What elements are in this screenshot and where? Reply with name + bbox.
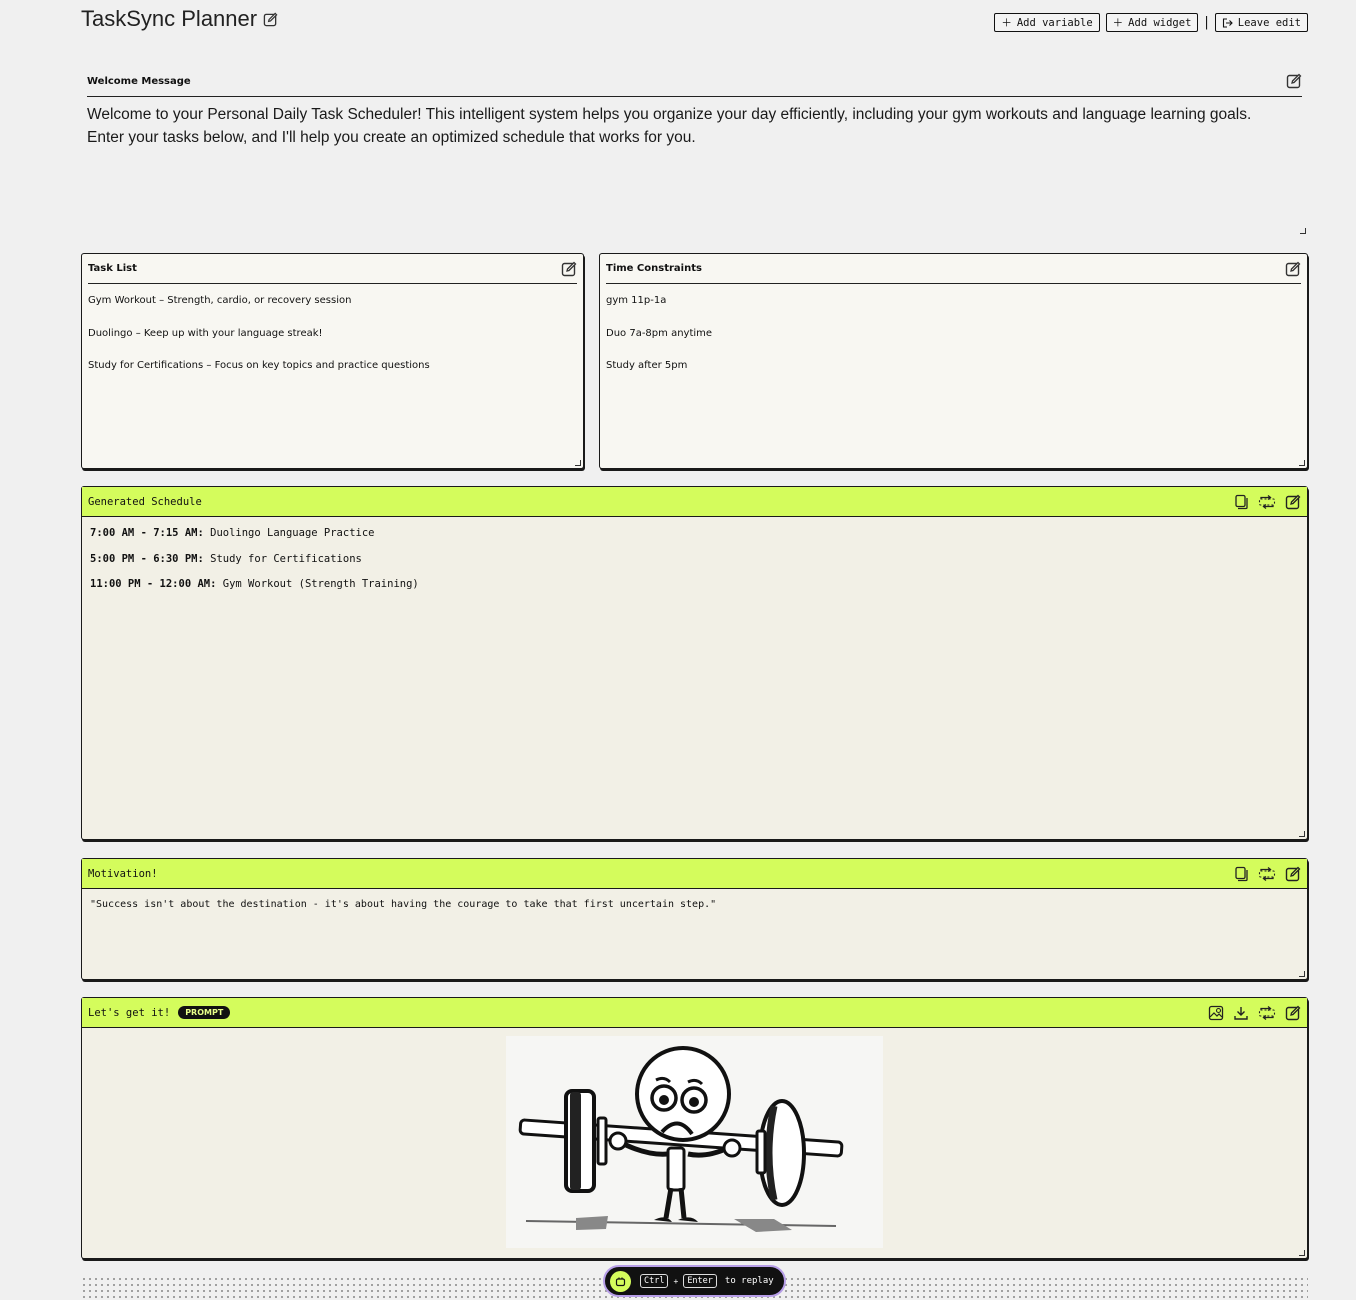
- schedule-task: Duolingo Language Practice: [210, 527, 375, 539]
- copy-icon[interactable]: [1233, 494, 1249, 510]
- image-settings-icon[interactable]: [1208, 1005, 1224, 1021]
- toolbar-separator: |: [1204, 15, 1209, 30]
- toolbar: ＋ Add variable ＋ Add widget | Leave edit: [994, 13, 1308, 32]
- motivation-title: Motivation!: [88, 867, 158, 880]
- welcome-header: Welcome Message: [87, 66, 1302, 97]
- schedule-task: Study for Certifications: [210, 552, 362, 565]
- constraint-item: gym 11p-1a: [606, 295, 667, 306]
- plus-icon: ＋: [1112, 17, 1124, 29]
- edit-icon[interactable]: [1286, 73, 1302, 89]
- welcome-text: Welcome to your Personal Daily Task Sche…: [87, 103, 1302, 149]
- schedule-title: Generated Schedule: [88, 495, 202, 508]
- edit-icon[interactable]: [1285, 494, 1301, 510]
- add-widget-button[interactable]: ＋ Add widget: [1105, 13, 1199, 32]
- image-panel-title-wrap: Let's get it! PROMPT: [88, 1006, 231, 1019]
- prompt-badge[interactable]: PROMPT: [178, 1006, 231, 1019]
- constraint-item: Duo 7a-8pm anytime: [606, 327, 713, 339]
- motivation-actions: [1233, 866, 1301, 882]
- time-constraints-card: Time Constraints gym 11p-1a Duo 7a-8pm a…: [599, 253, 1308, 469]
- image-panel-body: [82, 1028, 1307, 1258]
- schedule-time: 11:00 PM - 12:00 AM: [90, 578, 211, 590]
- schedule-colon: :: [197, 552, 204, 565]
- motivation-panel: Motivation! "Success isn't about the des…: [81, 858, 1308, 980]
- schedule-entry: 11:00 PM - 12:00 AM: Gym Workout (Streng…: [90, 578, 1299, 590]
- exit-icon: [1222, 17, 1233, 28]
- edit-icon[interactable]: [561, 261, 577, 277]
- generated-schedule-panel: Generated Schedule 7:00 AM - 7:15 AM: Du…: [81, 486, 1308, 840]
- schedule-entry: 5:00 PM - 6:30 PM: Study for Certificati…: [90, 553, 1299, 565]
- task-item: Gym Workout – Strength, cardio, or recov…: [88, 295, 352, 306]
- regenerate-icon[interactable]: [1258, 1005, 1276, 1021]
- edit-icon[interactable]: [1285, 866, 1301, 882]
- plus-sign: +: [673, 1276, 679, 1286]
- resize-handle[interactable]: [575, 460, 581, 466]
- app-title: TaskSync Planner: [81, 6, 278, 32]
- regenerate-icon[interactable]: [1258, 866, 1276, 882]
- download-icon[interactable]: [1233, 1005, 1249, 1021]
- resize-handle[interactable]: [1299, 971, 1305, 977]
- app-title-text: TaskSync Planner: [81, 6, 258, 31]
- task-list-body[interactable]: Gym Workout – Strength, cardio, or recov…: [82, 284, 583, 402]
- motivation-quote: "Success isn't about the destination - i…: [90, 899, 717, 910]
- resize-handle[interactable]: [1300, 228, 1306, 234]
- resize-handle[interactable]: [1299, 460, 1305, 466]
- edit-icon[interactable]: [1285, 261, 1301, 277]
- constraint-item: Study after 5pm: [606, 360, 688, 371]
- task-list-header: Task List: [88, 254, 577, 284]
- edit-title-icon[interactable]: [263, 12, 278, 27]
- add-widget-label: Add widget: [1128, 16, 1192, 29]
- time-constraints-title: Time Constraints: [606, 263, 702, 274]
- schedule-header: Generated Schedule: [82, 487, 1307, 517]
- welcome-label: Welcome Message: [87, 75, 191, 87]
- time-constraints-body[interactable]: gym 11p-1a Duo 7a-8pm anytime Study afte…: [600, 284, 1307, 402]
- task-item: Duolingo – Keep up with your language st…: [88, 327, 323, 339]
- plus-icon: ＋: [1001, 17, 1012, 29]
- leave-edit-button[interactable]: Leave edit: [1214, 13, 1308, 32]
- task-list-card: Task List Gym Workout – Strength, cardio…: [81, 253, 584, 469]
- resize-handle[interactable]: [1299, 831, 1305, 837]
- schedule-task: Gym Workout (Strength Training): [222, 578, 419, 590]
- add-variable-label: Add variable: [1016, 16, 1093, 29]
- motivation-header: Motivation!: [82, 859, 1307, 889]
- resize-handle[interactable]: [1299, 1250, 1305, 1256]
- motivation-body: "Success isn't about the destination - i…: [82, 889, 1307, 920]
- image-panel-actions: [1208, 1005, 1301, 1021]
- image-panel-title: Let's get it!: [88, 1006, 171, 1019]
- image-panel: Let's get it! PROMPT: [81, 997, 1308, 1259]
- add-variable-button[interactable]: ＋ Add variable: [994, 13, 1100, 32]
- copy-icon[interactable]: [1233, 866, 1249, 882]
- task-list-title: Task List: [88, 263, 137, 274]
- weightlifter-illustration: [506, 1036, 883, 1248]
- edit-icon[interactable]: [1285, 1005, 1301, 1021]
- schedule-time: 5:00 PM - 6:30 PM: [90, 552, 198, 565]
- schedule-time: 7:00 AM - 7:15 AM: [90, 527, 198, 539]
- replay-text: to replay: [724, 1276, 774, 1286]
- schedule-colon: :: [197, 527, 204, 539]
- schedule-body: 7:00 AM - 7:15 AM: Duolingo Language Pra…: [82, 517, 1307, 614]
- replay-bar[interactable]: Ctrl + Enter to replay: [603, 1265, 786, 1297]
- task-item: Study for Certifications – Focus on key …: [88, 360, 430, 371]
- time-constraints-header: Time Constraints: [606, 254, 1301, 284]
- ctrl-key: Ctrl: [640, 1274, 669, 1288]
- schedule-actions: [1233, 494, 1301, 510]
- schedule-entry: 7:00 AM - 7:15 AM: Duolingo Language Pra…: [90, 527, 1299, 539]
- regenerate-icon[interactable]: [1258, 494, 1276, 510]
- welcome-line-1: Welcome to your Personal Daily Task Sche…: [87, 106, 1252, 123]
- welcome-line-2: Enter your tasks below, and I'll help yo…: [87, 129, 696, 146]
- replay-button[interactable]: [610, 1270, 631, 1292]
- enter-key: Enter: [683, 1274, 717, 1288]
- welcome-message-widget: Welcome Message Welcome to your Personal…: [81, 66, 1308, 236]
- leave-edit-label: Leave edit: [1237, 16, 1301, 29]
- image-panel-header: Let's get it! PROMPT: [82, 998, 1307, 1028]
- schedule-colon: :: [210, 578, 217, 590]
